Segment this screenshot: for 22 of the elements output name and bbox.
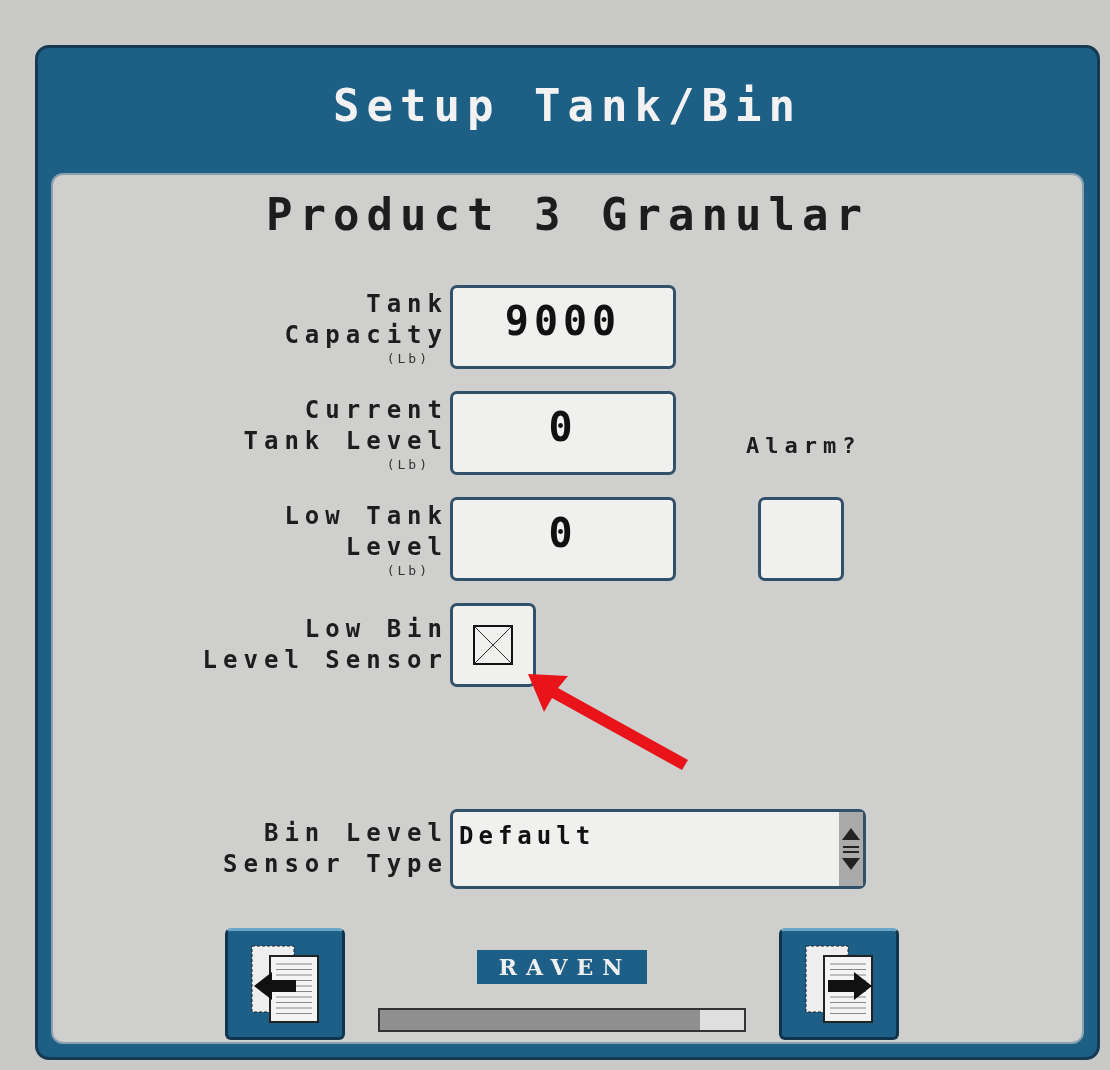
cross-icon <box>473 625 513 665</box>
previous-button[interactable] <box>225 928 345 1040</box>
input-field[interactable]: 9000 <box>450 285 676 369</box>
field-label: Tank Capacity <box>284 288 448 351</box>
spinner-icon <box>841 826 861 872</box>
unit-label: (Lb) <box>386 562 430 578</box>
field-label: Low Tank Level <box>284 500 448 563</box>
window-title: Setup Tank/Bin <box>332 79 803 133</box>
sensor-type-select[interactable]: Default <box>450 809 866 889</box>
alarm-label: Alarm? <box>746 432 863 460</box>
input-field[interactable]: 0 <box>450 391 676 475</box>
field-label: Current Tank Level <box>243 394 448 457</box>
logo: RAVEN <box>476 950 648 984</box>
product-title: Product 3 Granular <box>266 189 869 240</box>
field-label: Low Bin Level Sensor <box>201 614 448 676</box>
sensor-checkbox[interactable] <box>450 603 536 687</box>
unit-label: (Lb) <box>386 456 430 472</box>
unit-label: (Lb) <box>386 350 430 366</box>
alarm-checkbox[interactable] <box>758 497 844 581</box>
input-field[interactable]: 0 <box>450 497 676 581</box>
next-button[interactable] <box>779 928 899 1040</box>
field-label: Bin Level Sensor Type <box>222 818 448 880</box>
